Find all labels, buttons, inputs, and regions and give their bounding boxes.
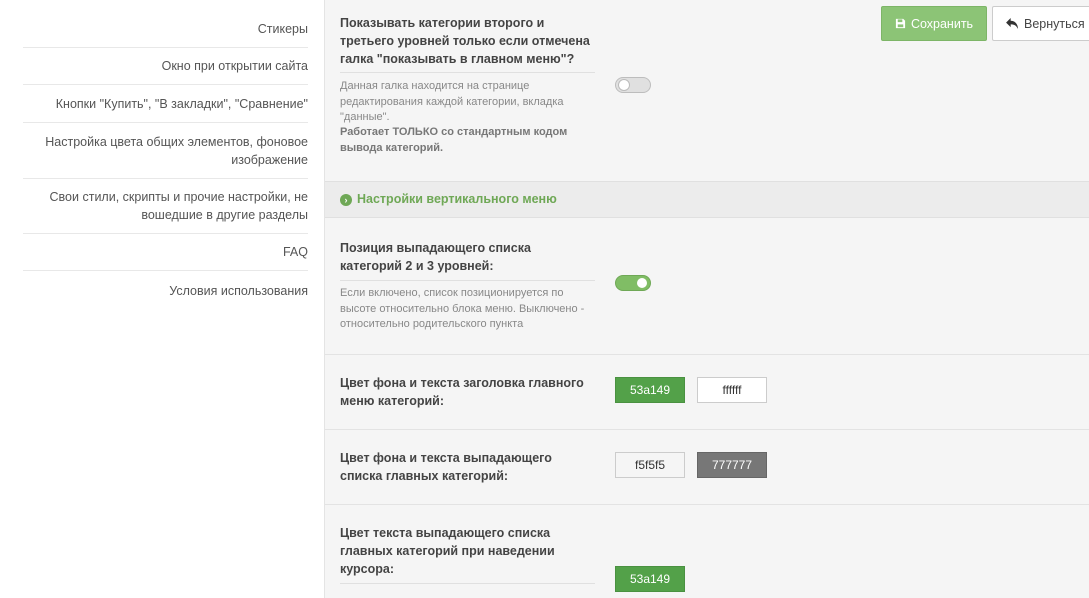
divider [340,280,595,281]
toggle-knob [637,278,647,288]
sidebar-item-colors[interactable]: Настройка цвета общих элементов, фоновое… [23,123,308,179]
color-picker-text[interactable]: 777777 [697,452,767,478]
save-icon [895,18,906,29]
divider [340,583,595,584]
color-picker-bg[interactable]: f5f5f5 [615,452,685,478]
sidebar-item-label: Кнопки "Купить", "В закладки", "Сравнени… [55,96,308,111]
dropdown-position-toggle[interactable] [615,275,651,291]
color-picker-text[interactable]: 53a149 [615,566,685,592]
sidebar-item-stickers[interactable]: Стикеры [23,10,308,48]
color-picker-text[interactable]: ffffff [697,377,767,403]
save-button[interactable]: Сохранить [881,6,987,41]
sidebar-item-label: Условия использования [169,284,308,298]
setting-title: Цвет фона и текста выпадающего списка гл… [340,451,552,483]
save-button-label: Сохранить [910,16,974,31]
setting-help: Данная галка находится на странице редак… [340,80,564,123]
section-header-vertical-menu[interactable]: › Настройки вертикального меню [325,181,1089,218]
sidebar-item-terms[interactable]: Условия использования [23,271,308,311]
setting-row-header-colors: Цвет фона и текста заголовка главного ме… [325,354,1089,430]
show-categories-toggle[interactable] [615,77,651,93]
setting-title: Цвет текста выпадающего списка главных к… [340,526,555,576]
setting-title: Цвет фона и текста заголовка главного ме… [340,376,584,408]
setting-title: Показывать категории второго и третьего … [340,16,590,66]
chevron-right-circle-icon: › [340,194,352,206]
back-button[interactable]: Вернуться [992,6,1089,41]
sidebar-item-label: Свои стили, скрипты и прочие настройки, … [49,190,308,222]
sidebar: Стикеры Окно при открытии сайта Кнопки "… [0,0,324,598]
sidebar-item-buttons[interactable]: Кнопки "Купить", "В закладки", "Сравнени… [23,85,308,123]
settings-panel: Показывать категории второго и третьего … [324,0,1089,598]
setting-row-hover-color: Цвет текста выпадающего списка главных к… [325,504,1089,598]
divider [340,72,595,73]
toggle-knob [619,80,629,90]
sidebar-item-label: Окно при открытии сайта [161,59,308,73]
color-picker-bg[interactable]: 53a149 [615,377,685,403]
section-label: Настройки вертикального меню [357,192,557,206]
sidebar-item-custom-styles[interactable]: Свои стили, скрипты и прочие настройки, … [23,179,308,234]
sidebar-item-faq[interactable]: FAQ [23,234,308,271]
back-button-label: Вернуться [1024,16,1085,31]
setting-help: Если включено, список позиционируется по… [340,287,585,330]
sidebar-item-label: Настройка цвета общих элементов, фоновое… [45,134,308,167]
sidebar-item-label: FAQ [282,245,308,259]
reply-icon [1006,18,1018,29]
sidebar-item-popup-window[interactable]: Окно при открытии сайта [23,48,308,85]
setting-title: Позиция выпадающего списка категорий 2 и… [340,241,531,273]
sidebar-item-label: Стикеры [257,21,308,36]
setting-row-dropdown-position: Позиция выпадающего списка категорий 2 и… [325,218,1089,355]
setting-help-bold: Работает ТОЛЬКО со стандартным кодом выв… [340,126,568,154]
setting-row-dropdown-colors: Цвет фона и текста выпадающего списка гл… [325,429,1089,505]
